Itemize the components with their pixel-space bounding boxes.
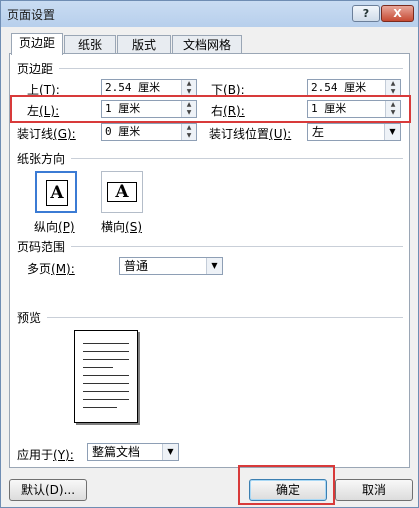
left-margin-label: 左(L): [27,104,60,118]
gutter-position-select[interactable]: 左 ▼ [307,123,401,141]
dialog-title: 页面设置 [7,8,56,22]
gutter-arrows[interactable]: ▲ ▼ [181,124,196,140]
apply-to-label: 应用于(Y): [17,448,74,462]
top-margin-arrows[interactable]: ▲ ▼ [181,80,196,96]
title-bar[interactable]: 页面设置 ? X [1,1,418,27]
landscape-option[interactable]: A [101,171,143,213]
tab-margins[interactable]: 页边距 [11,33,63,55]
preview-group-divider [47,317,403,318]
gutter-spinner[interactable]: 0 厘米 ▲ ▼ [101,123,197,141]
spin-up-icon[interactable]: ▲ [182,80,196,88]
spin-down-icon[interactable]: ▼ [182,109,196,117]
spin-up-icon[interactable]: ▲ [386,101,400,109]
close-button[interactable]: X [381,5,414,22]
spin-down-icon[interactable]: ▼ [386,88,400,96]
orientation-group-label: 纸张方向 [17,152,66,166]
spin-down-icon[interactable]: ▼ [386,109,400,117]
multiple-pages-value: 普通 [124,259,149,273]
portrait-option[interactable]: A [35,171,77,213]
preview-text-line [83,343,129,344]
right-margin-label: 右(R): [211,104,245,118]
preview-group-label: 预览 [17,311,42,325]
spin-up-icon[interactable]: ▲ [182,101,196,109]
ok-button[interactable]: 确定 [249,479,327,501]
apply-to-select[interactable]: 整篇文档 ▼ [87,443,179,461]
pages-group-divider [71,246,403,247]
portrait-label: 纵向(P) [34,220,75,234]
left-margin-value: 1 厘米 [105,102,141,115]
gutter-label: 装订线(G): [17,127,76,141]
cancel-button[interactable]: 取消 [335,479,413,501]
chevron-down-icon[interactable]: ▼ [206,258,222,274]
preview-text-line [83,359,129,360]
tab-layout[interactable]: 版式 [117,35,171,54]
preview-text-line [83,399,129,400]
help-button[interactable]: ? [352,5,380,22]
margins-group-label: 页边距 [17,62,54,76]
spin-down-icon[interactable]: ▼ [182,88,196,96]
top-margin-spinner[interactable]: 2.54 厘米 ▲ ▼ [101,79,197,97]
right-margin-value: 1 厘米 [311,102,347,115]
page-setup-dialog: 页面设置 ? X 页边距 纸张 版式 文档网格 页边距 上(T): 2.54 厘… [0,0,419,508]
preview-text-line [83,391,129,392]
preview-text-line [83,383,129,384]
bottom-margin-arrows[interactable]: ▲ ▼ [385,80,400,96]
bottom-margin-label: 下(B): [211,83,245,97]
right-margin-spinner[interactable]: 1 厘米 ▲ ▼ [307,100,401,118]
preview-text-line [83,367,113,368]
orientation-group-divider [71,158,403,159]
margins-group-divider [59,68,403,69]
gutter-position-value: 左 [312,125,325,139]
tab-paper[interactable]: 纸张 [64,35,116,54]
spin-up-icon[interactable]: ▲ [182,124,196,132]
top-margin-value: 2.54 厘米 [105,81,161,94]
bottom-margin-value: 2.54 厘米 [311,81,367,94]
left-margin-arrows[interactable]: ▲ ▼ [181,101,196,117]
spin-up-icon[interactable]: ▲ [386,80,400,88]
top-margin-label: 上(T): [27,83,60,97]
preview-page-thumbnail [74,330,138,423]
tab-document-grid[interactable]: 文档网格 [172,35,242,54]
default-button[interactable]: 默认(D)... [9,479,87,501]
preview-text-line [83,407,117,408]
preview-text-line [83,375,129,376]
gutter-value: 0 厘米 [105,125,141,138]
multiple-pages-label: 多页(M): [27,262,75,276]
chevron-down-icon[interactable]: ▼ [384,124,400,140]
chevron-down-icon[interactable]: ▼ [162,444,178,460]
bottom-margin-spinner[interactable]: 2.54 厘米 ▲ ▼ [307,79,401,97]
landscape-label: 横向(S) [101,220,142,234]
preview-text-line [83,351,129,352]
landscape-page-icon: A [107,182,137,202]
pages-group-label: 页码范围 [17,240,66,254]
multiple-pages-select[interactable]: 普通 ▼ [119,257,223,275]
left-margin-spinner[interactable]: 1 厘米 ▲ ▼ [101,100,197,118]
right-margin-arrows[interactable]: ▲ ▼ [385,101,400,117]
gutter-position-label: 装订线位置(U): [209,127,292,141]
portrait-page-icon: A [46,180,68,206]
apply-to-value: 整篇文档 [92,445,141,459]
spin-down-icon[interactable]: ▼ [182,132,196,140]
